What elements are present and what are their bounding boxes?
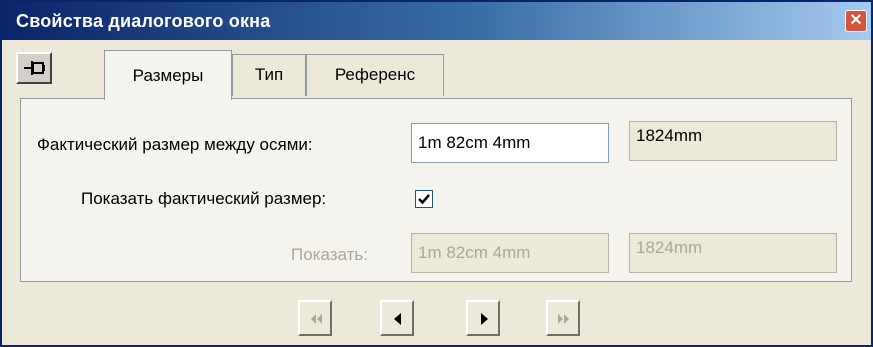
tab-type-label: Тип xyxy=(254,65,284,84)
show-label: Показать: xyxy=(291,245,368,264)
tab-dimensions[interactable]: Размеры xyxy=(104,50,232,100)
actual-size-input[interactable]: 1m 82cm 4mm xyxy=(411,123,609,163)
first-page-button[interactable] xyxy=(298,300,332,336)
pin-icon xyxy=(24,61,45,75)
tab-reference-label: Референс xyxy=(334,65,416,84)
previous-page-icon xyxy=(394,313,401,325)
dialog-window: Свойства диалогового окна ✕ Размеры Тип … xyxy=(0,0,873,347)
last-page-button[interactable] xyxy=(546,300,580,336)
window-title: Свойства диалогового окна xyxy=(16,11,271,31)
show-actual-size-checkbox[interactable] xyxy=(415,190,433,208)
checkmark-icon xyxy=(418,194,430,205)
tab-type[interactable]: Тип xyxy=(232,54,306,96)
show-input[interactable]: 1m 82cm 4mm xyxy=(411,233,609,273)
previous-page-button[interactable] xyxy=(380,300,414,336)
next-page-icon xyxy=(481,313,488,325)
close-button[interactable]: ✕ xyxy=(845,10,867,32)
pin-button[interactable] xyxy=(16,52,52,84)
tab-reference[interactable]: Референс xyxy=(306,54,444,96)
show-mm-readout: 1824mm xyxy=(629,233,837,273)
next-page-button[interactable] xyxy=(466,300,500,336)
title-bar[interactable]: Свойства диалогового окна ✕ xyxy=(2,2,871,40)
tab-panel-dimensions: Фактический размер между осями: 1m 82cm … xyxy=(20,98,852,282)
first-page-icon xyxy=(311,314,322,324)
tab-dimensions-label: Размеры xyxy=(132,66,204,85)
actual-size-label: Фактический размер между осями: xyxy=(37,135,313,154)
last-page-icon xyxy=(558,314,569,324)
close-icon[interactable]: ✕ xyxy=(849,12,862,29)
show-actual-size-label: Показать фактический размер: xyxy=(81,189,327,208)
actual-size-mm-readout: 1824mm xyxy=(629,121,837,161)
